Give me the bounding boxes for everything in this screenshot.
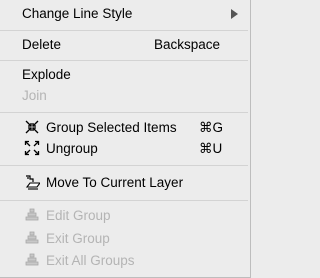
- submenu-arrow-icon: [231, 9, 238, 19]
- exit-all-groups-icon: [24, 252, 40, 268]
- exit-group-icon: [24, 230, 40, 246]
- edit-group-icon: [24, 207, 40, 223]
- menu-item-ungroup[interactable]: Ungroup ⌘U: [0, 139, 248, 159]
- menu-item-label: Ungroup: [46, 141, 98, 156]
- menu-item-shortcut: ⌘G: [199, 120, 224, 135]
- ungroup-icon: [24, 140, 40, 156]
- menu-item-shortcut: ⌘U: [199, 141, 223, 156]
- menu-item-label: Move To Current Layer: [46, 175, 184, 190]
- menu-separator: [0, 60, 248, 61]
- menu-item-label: Join: [22, 88, 47, 103]
- menu-item-label: Exit All Groups: [46, 253, 135, 268]
- menu-item-exit-group: Exit Group: [0, 229, 248, 249]
- menu-item-exit-all-groups: Exit All Groups: [0, 251, 248, 271]
- menu-item-group-selected[interactable]: Group Selected Items ⌘G: [0, 118, 248, 138]
- menu-item-join: Join: [0, 86, 248, 106]
- menu-item-label: Edit Group: [46, 208, 111, 223]
- menu-separator: [0, 112, 248, 113]
- menu-item-label: Explode: [22, 67, 71, 82]
- move-to-layer-icon: [24, 174, 40, 190]
- menu-item-label: Exit Group: [46, 231, 110, 246]
- menu-item-explode[interactable]: Explode: [0, 65, 248, 85]
- context-menu: Change Line Style Delete Backspace Explo…: [0, 0, 251, 278]
- menu-item-move-to-current-layer[interactable]: Move To Current Layer: [0, 173, 248, 193]
- menu-item-edit-group: Edit Group: [0, 206, 248, 226]
- menu-item-label: Delete: [22, 37, 62, 52]
- menu-item-shortcut: Backspace: [154, 37, 221, 52]
- menu-item-label: Change Line Style: [22, 6, 133, 21]
- menu-item-change-line-style[interactable]: Change Line Style: [0, 4, 248, 24]
- menu-item-label: Group Selected Items: [46, 120, 177, 135]
- group-icon: [24, 119, 40, 135]
- menu-separator: [0, 165, 248, 166]
- menu-separator: [0, 30, 248, 31]
- menu-item-delete[interactable]: Delete Backspace: [0, 35, 248, 55]
- menu-separator: [0, 200, 248, 201]
